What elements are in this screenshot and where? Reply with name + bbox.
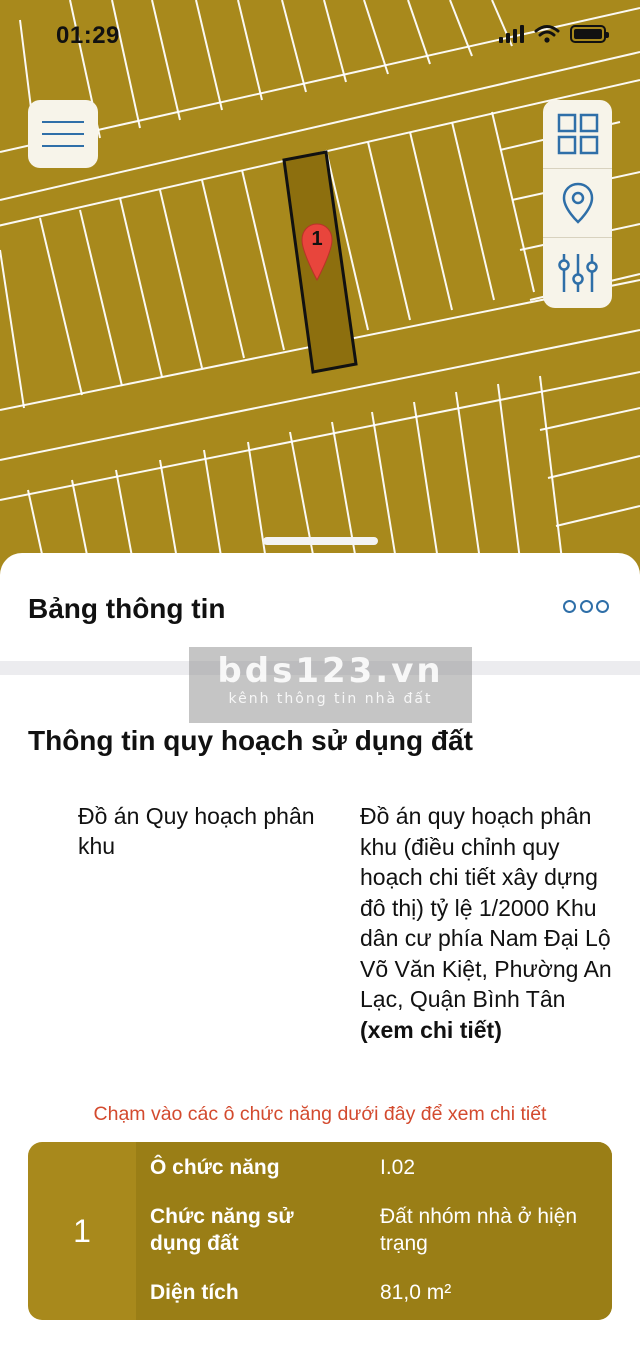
hamburger-line — [42, 133, 84, 135]
row-label-land-use: Chức năng sử dụng đất — [150, 1205, 294, 1255]
map-tool-panel — [543, 100, 612, 308]
status-icons — [499, 24, 609, 44]
watermark-sub: kênh thông tin nhà đất — [228, 691, 433, 707]
wifi-icon — [534, 25, 560, 43]
hamburger-line — [42, 121, 84, 123]
row-label-area: Diện tích — [150, 1281, 239, 1304]
plan-value-text: Đồ án quy hoạch phân khu (điều chỉnh quy… — [360, 803, 612, 1012]
hint-text: Chạm vào các ô chức năng dưới đây để xem… — [93, 1103, 547, 1125]
sliders-icon — [557, 253, 598, 292]
status-time: 01:29 — [56, 22, 120, 49]
info-sheet: Bảng thông tin bds123.vn kênh thông tin … — [0, 553, 640, 1348]
watermark: bds123.vn kênh thông tin nhà đất — [189, 647, 472, 723]
card-body: Ô chức năng I.02 Chức năng sử dụng đất Đ… — [136, 1142, 612, 1320]
more-options-icon[interactable] — [563, 597, 609, 615]
card-number: 1 — [73, 1212, 91, 1249]
map-marker[interactable]: 1 — [300, 222, 334, 282]
view-detail-link[interactable]: (xem chi tiết) — [360, 1017, 502, 1043]
watermark-main: bds123.vn — [217, 651, 444, 691]
plan-value: Đồ án quy hoạch phân khu (điều chỉnh quy… — [360, 801, 620, 1045]
function-card[interactable]: 1 Ô chức năng I.02 Chức năng sử dụng đất… — [28, 1142, 612, 1320]
row-value-function-cell: I.02 — [380, 1156, 416, 1179]
layers-button[interactable] — [543, 100, 612, 169]
menu-button[interactable] — [28, 100, 98, 168]
marker-label: 1 — [311, 228, 323, 250]
row-value-area: 81,0 m² — [380, 1281, 452, 1304]
sheet-title: Bảng thông tin — [28, 593, 226, 624]
cellular-signal-icon — [499, 25, 524, 43]
row-label-function-cell: Ô chức năng — [150, 1156, 280, 1179]
sheet-drag-handle[interactable] — [263, 537, 378, 545]
grid-icon — [557, 113, 598, 155]
hamburger-line — [42, 145, 84, 147]
location-button[interactable] — [543, 169, 612, 238]
section-title: Thông tin quy hoạch sử dụng đất — [28, 725, 473, 756]
filter-button[interactable] — [543, 238, 612, 307]
row-value-land-use: Đất nhóm nhà ở hiện trạng — [380, 1205, 578, 1255]
plan-label: Đồ án Quy hoạch phân khu — [78, 803, 315, 859]
status-bar: 01:29 — [0, 0, 640, 70]
battery-icon — [570, 25, 609, 43]
location-pin-icon — [562, 182, 593, 224]
